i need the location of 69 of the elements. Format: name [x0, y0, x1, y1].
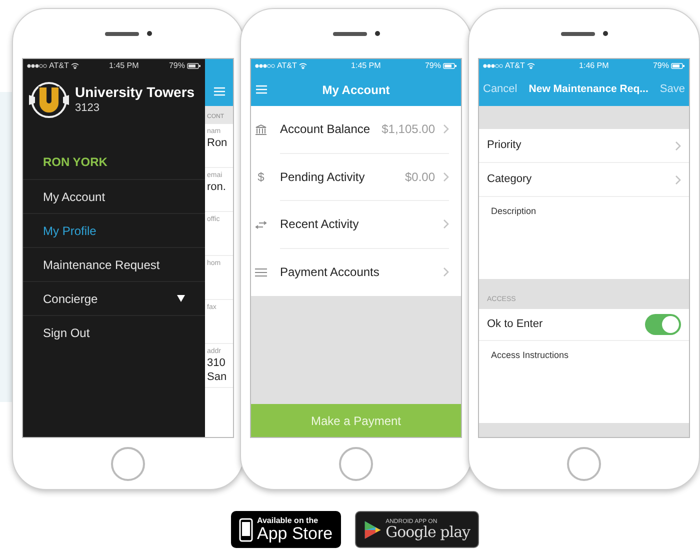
- field-value: San: [207, 370, 228, 384]
- picker-row[interactable]: Priority: [479, 129, 689, 163]
- speaker-slot: [104, 32, 138, 36]
- toggle-label: Ok to Enter: [487, 317, 543, 332]
- clock-text: 1:45 PM: [351, 60, 381, 72]
- property-title: University Towers: [75, 84, 195, 102]
- row-label: Payment Accounts: [280, 264, 380, 282]
- badge-caption: Available on the: [257, 517, 320, 525]
- home-button[interactable]: [111, 446, 145, 480]
- chevron-right-icon: [443, 219, 449, 230]
- row-amount: $1,105.00: [382, 121, 435, 138]
- user-name: RON YORK: [43, 154, 108, 171]
- battery-percent-text: 79%: [424, 60, 441, 72]
- screen-title: New Maintenance Req...: [528, 82, 648, 97]
- chevron-right-icon: [443, 267, 449, 278]
- crest-logo-icon: [27, 81, 71, 119]
- row-amount: $0.00: [404, 168, 435, 186]
- speaker-slot: [332, 32, 366, 36]
- home-button[interactable]: [567, 446, 601, 480]
- toggle-switch[interactable]: [645, 314, 681, 335]
- battery-icon: [186, 63, 201, 69]
- battery-icon: [670, 63, 685, 69]
- screen-title: My Account: [322, 82, 390, 98]
- transfer-arrows-icon: [255, 220, 267, 229]
- signal-dots-icon: [255, 64, 275, 68]
- row-label: Recent Activity: [280, 216, 360, 234]
- store-badge[interactable]: Available on the App Store: [231, 511, 341, 548]
- menu-icon[interactable]: [214, 87, 224, 96]
- battery-percent-text: 79%: [168, 60, 185, 72]
- carrier-text: AT&T: [277, 60, 297, 72]
- unit-number: 3123: [75, 102, 100, 116]
- battery-icon: [442, 63, 457, 69]
- wifi-icon: [298, 63, 307, 69]
- play-triangle-icon: [364, 518, 382, 540]
- chevron-right-icon: [443, 172, 449, 182]
- clock-text: 1:46 PM: [579, 60, 609, 72]
- list-icon: [255, 268, 267, 277]
- picker-row[interactable]: Category: [479, 163, 689, 197]
- account-row[interactable]: Account Balance $1,105.00: [251, 106, 461, 154]
- signal-dots-icon: [27, 64, 47, 68]
- bank-icon: [255, 124, 267, 136]
- dropdown-triangle-icon: [177, 295, 185, 302]
- menu-icon[interactable]: [256, 85, 267, 94]
- phone-icon: [239, 518, 253, 542]
- instructions-field[interactable]: Access Instructions: [479, 341, 689, 423]
- chevron-right-icon: [675, 140, 681, 150]
- account-row[interactable]: $ Pending Activity $0.00: [251, 154, 461, 201]
- carrier-text: AT&T: [49, 60, 69, 72]
- home-button[interactable]: [339, 446, 373, 480]
- field-value: Ron: [207, 136, 228, 150]
- clock-text: 1:45 PM: [109, 60, 139, 72]
- dollar-sign: $: [256, 169, 266, 186]
- wifi-icon: [70, 63, 79, 69]
- wifi-icon: [526, 63, 535, 69]
- carrier-text: AT&T: [505, 60, 525, 72]
- battery-percent-text: 79%: [652, 60, 669, 72]
- speaker-slot: [560, 32, 594, 36]
- badge-store-name: App Store: [257, 525, 333, 542]
- field-value: 310: [207, 356, 226, 370]
- chevron-right-icon: [443, 124, 449, 134]
- row-label: Account Balance: [280, 121, 372, 138]
- account-row[interactable]: Payment Accounts: [251, 248, 461, 296]
- signal-dots-icon: [483, 64, 503, 68]
- field-value: ron.: [207, 180, 227, 194]
- account-row[interactable]: Recent Activity: [251, 201, 461, 248]
- description-field[interactable]: Description: [479, 197, 689, 279]
- badge-store-name: Google play: [386, 525, 470, 540]
- row-label: Pending Activity: [280, 168, 366, 186]
- chevron-right-icon: [675, 174, 681, 184]
